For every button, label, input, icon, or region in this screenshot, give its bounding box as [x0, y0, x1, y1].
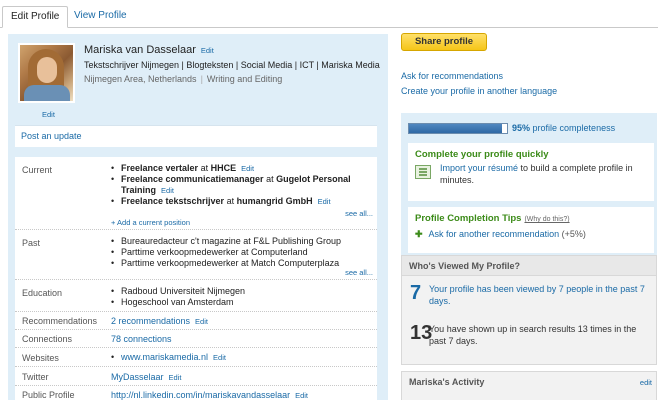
import-resume-text: Import your résumé to build a complete p… [440, 163, 633, 185]
add-position-link[interactable]: + Add a current position [111, 218, 190, 227]
websites-edit-link[interactable]: Edit [213, 353, 226, 362]
completeness-text: 95% profile completeness [512, 123, 616, 133]
profile-header: Edit Mariska van Dasselaar Edit Tekstschr… [8, 34, 388, 124]
activity-panel: Mariska's Activity edit [401, 371, 657, 400]
profile-location: Nijmegen Area, Netherlands [84, 74, 197, 84]
profile-headline: Tekstschrijver Nijmegen | Blogteksten | … [84, 60, 380, 70]
current-label: Current [22, 165, 53, 175]
completion-tips-box: Profile Completion Tips (Why do this?) ✚ A… [408, 207, 654, 253]
profile-views-link[interactable]: Your profile has been viewed by 7 people… [429, 284, 651, 307]
list-item: www.mariskamedia.nl Edit [111, 352, 373, 363]
post-update-link[interactable]: Post an update [21, 131, 82, 141]
recommendations-edit-link[interactable]: Edit [195, 317, 208, 326]
ask-another-recommendation-link[interactable]: Ask for another recommendation [429, 229, 560, 239]
websites-label: Websites [22, 353, 59, 363]
recommendations-section: Recommendations 2 recommendations Edit [15, 312, 377, 330]
websites-section: Websites www.mariskamedia.nl Edit [15, 348, 377, 367]
list-item: Parttime verkoopmedewerker at Match Comp… [111, 258, 373, 269]
who-viewed-panel: Who's Viewed My Profile? 7 Your profile … [401, 255, 657, 365]
connections-section: Connections 78 connections [15, 330, 377, 348]
profile-location-line: Nijmegen Area, Netherlands | Writing and E… [84, 74, 283, 84]
post-update-box: Post an update [15, 125, 377, 147]
completeness-bar [408, 123, 508, 134]
current-list: Freelance vertaler at HHCEEdit Freelance… [111, 163, 373, 207]
tab-view-profile[interactable]: View Profile [66, 6, 135, 28]
website-link[interactable]: www.mariskamedia.nl [121, 352, 208, 362]
import-resume-link[interactable]: Import your résumé [440, 163, 518, 173]
profile-industry: Writing and Editing [206, 74, 283, 84]
profile-panel: Edit Mariska van Dasselaar Edit Tekstschr… [8, 34, 388, 400]
name-edit-link[interactable]: Edit [201, 46, 214, 55]
create-language-profile-link[interactable]: Create your profile in another language [401, 86, 557, 96]
recommendations-link[interactable]: 2 recommendations [111, 316, 190, 326]
list-item: Bureauredacteur c't magazine at F&L Publ… [111, 236, 373, 247]
current-section: Current Freelance vertaler at HHCEEdit F… [15, 157, 377, 230]
activity-edit-link[interactable]: edit [640, 378, 652, 387]
websites-list: www.mariskamedia.nl Edit [111, 352, 373, 363]
connections-label: Connections [22, 334, 73, 344]
resume-import-icon [415, 165, 431, 179]
education-label: Education [22, 288, 63, 298]
public-profile-edit-link[interactable]: Edit [295, 391, 308, 400]
position-edit-link[interactable]: Edit [318, 197, 331, 206]
past-list: Bureauredacteur c't magazine at F&L Publ… [111, 236, 373, 269]
list-item: Radboud Universiteit Nijmegen [111, 286, 373, 297]
twitter-section: Twitter MyDasselaar Edit [15, 367, 377, 386]
search-appearances-text: You have shown up in search results 13 t… [429, 324, 637, 346]
public-profile-link[interactable]: http://nl.linkedin.com/in/mariskavandass… [111, 390, 290, 400]
profile-name: Mariska van Dasselaar Edit [84, 44, 214, 56]
profile-views-count: 7 [410, 282, 422, 304]
list-item: Freelance vertaler at HHCEEdit [111, 163, 373, 174]
who-viewed-title: Who's Viewed My Profile? [402, 256, 656, 276]
list-item: Parttime verkoopmedewerker at Computerla… [111, 247, 373, 258]
public-profile-section: Public Profile http://nl.linkedin.com/in… [15, 386, 377, 400]
profile-completeness-panel: 95% profile completeness Complete your p… [401, 113, 657, 259]
position-edit-link[interactable]: Edit [161, 186, 174, 195]
public-profile-label: Public Profile [22, 390, 75, 400]
activity-title: Mariska's Activity [409, 377, 485, 387]
twitter-link[interactable]: MyDasselaar [111, 372, 164, 382]
complete-quickly-title: Complete your profile quickly [415, 149, 549, 160]
completeness-bar-fill [409, 124, 503, 133]
current-see-all-link[interactable]: see all... [345, 209, 373, 218]
profile-details: Current Freelance vertaler at HHCEEdit F… [15, 157, 377, 400]
completeness-progress: 95% profile completeness [408, 122, 654, 136]
past-section: Past Bureauredacteur c't magazine at F&L… [15, 230, 377, 280]
list-item: Freelance communicatiemanager at Gugelot… [111, 174, 373, 196]
list-item: Freelance tekstschrijver at humangrid Gm… [111, 196, 373, 207]
list-item: Hogeschool van Amsterdam [111, 297, 373, 308]
twitter-edit-link[interactable]: Edit [169, 373, 182, 382]
tip-item: ✚ Ask for another recommendation (+5%) [415, 229, 586, 239]
profile-photo [18, 43, 75, 103]
recommendations-label: Recommendations [22, 316, 98, 326]
past-label: Past [22, 238, 41, 248]
tab-edit-profile[interactable]: Edit Profile [2, 6, 69, 28]
ask-recommendations-link[interactable]: Ask for recommendations [401, 71, 503, 81]
completion-tips-title: Profile Completion Tips (Why do this?) [415, 213, 570, 224]
why-do-this-link[interactable]: (Why do this?) [524, 216, 569, 223]
photo-edit-link[interactable]: Edit [42, 110, 55, 119]
plus-icon: ✚ [415, 229, 423, 239]
connections-link[interactable]: 78 connections [111, 334, 172, 344]
past-see-all-link[interactable]: see all... [345, 268, 373, 277]
education-section: Education Radboud Universiteit Nijmegen … [15, 280, 377, 312]
twitter-label: Twitter [22, 372, 49, 382]
share-profile-button[interactable]: Share profile [401, 33, 487, 51]
education-list: Radboud Universiteit Nijmegen Hogeschool… [111, 286, 373, 308]
position-edit-link[interactable]: Edit [241, 164, 254, 173]
complete-quickly-box: Complete your profile quickly Import you… [408, 143, 654, 201]
profile-tabs: Edit Profile View Profile [0, 0, 658, 28]
profile-name-text: Mariska van Dasselaar [84, 44, 196, 56]
